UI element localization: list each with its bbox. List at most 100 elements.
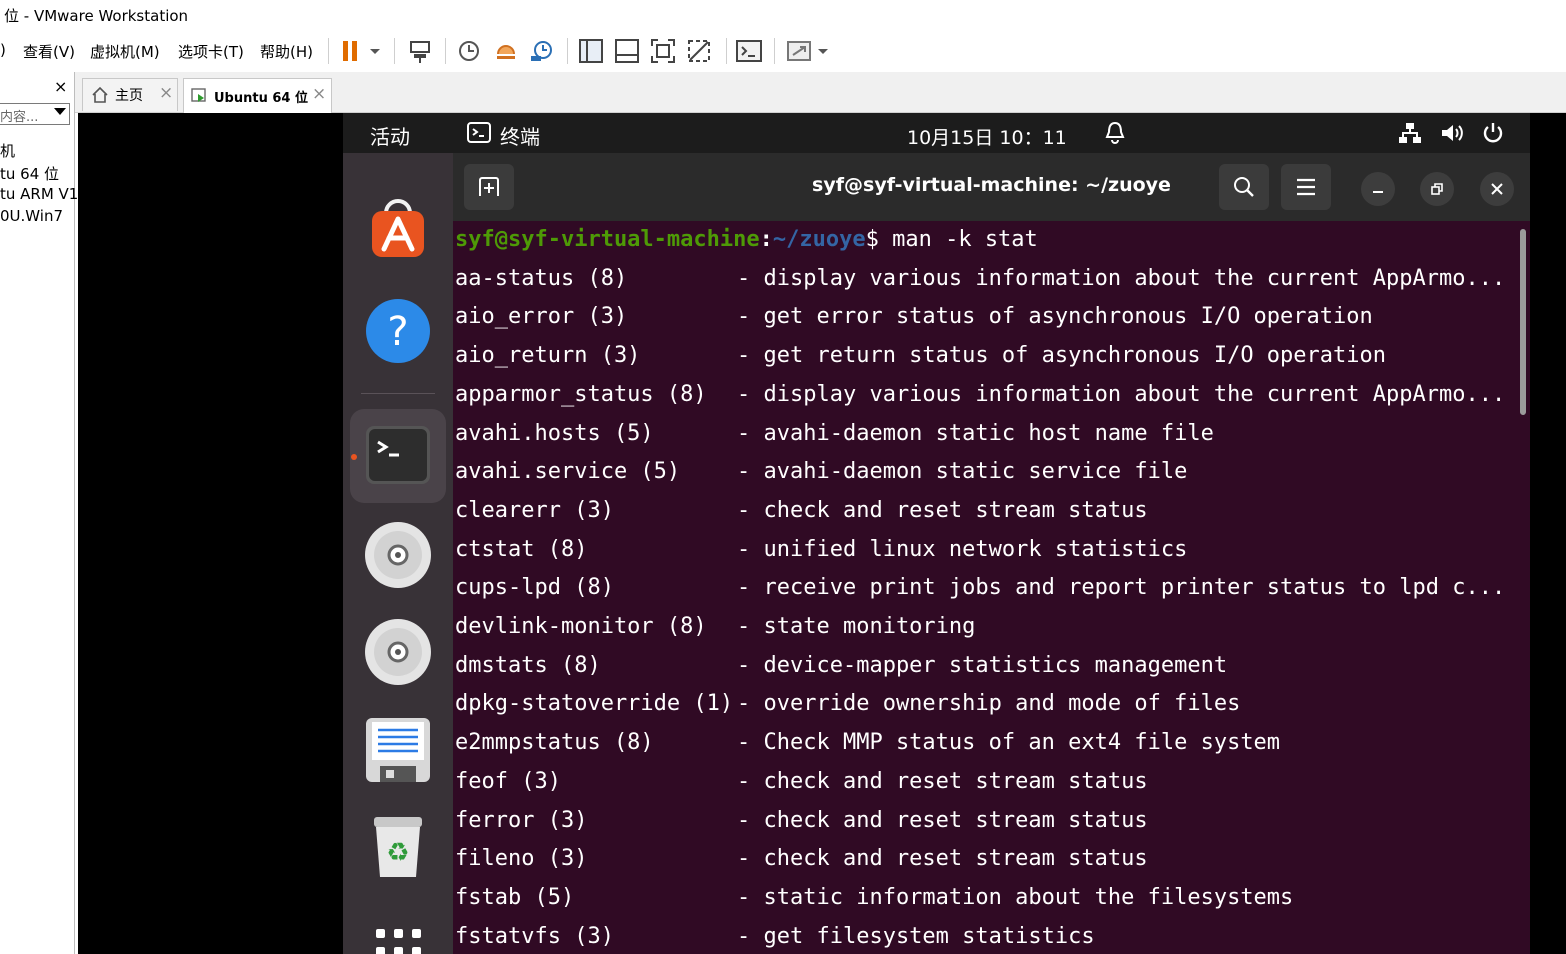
search-icon <box>1234 177 1254 197</box>
menu-item-help[interactable]: 帮助(H) <box>260 41 313 62</box>
power-icon[interactable] <box>1482 121 1504 145</box>
output-line: aa-status (8) - display various informati… <box>455 260 1505 298</box>
alarm-icon[interactable] <box>1104 120 1126 146</box>
terminal-output[interactable]: syf@syf-virtual-machine:~/zuoye$ man -k … <box>453 221 1516 954</box>
output-line: fstatvfs (3) - get filesystem statistics <box>455 918 1095 954</box>
chevron-down-icon[interactable] <box>812 36 834 66</box>
menu-button[interactable] <box>1281 164 1331 210</box>
output-command: ctstat (8) <box>455 536 588 562</box>
close-icon[interactable]: × <box>159 83 173 103</box>
app-menu[interactable]: 终端 <box>500 121 540 150</box>
terminal-icon[interactable] <box>364 422 432 490</box>
menu-item-partial[interactable]: ) <box>0 41 6 59</box>
clock[interactable]: 10月15日 10：11 <box>907 123 1067 150</box>
library-search-input[interactable]: 内容... <box>0 103 70 125</box>
window-title: 位 - VMware Workstation <box>4 7 189 25</box>
output-command: avahi.hosts (5) <box>455 420 654 446</box>
tab-label: Ubuntu 64 位 <box>214 91 308 106</box>
output-description: - state monitoring <box>737 614 976 639</box>
scrollbar[interactable] <box>1516 221 1530 954</box>
library-item[interactable]: tu 64 位 <box>0 163 59 184</box>
disc-icon[interactable] <box>364 618 432 686</box>
search-button[interactable] <box>1219 164 1269 210</box>
restore-icon <box>1431 183 1443 195</box>
output-description: - static information about the filesyste… <box>737 884 1294 910</box>
dock-separator <box>361 393 435 394</box>
window-titlebar: 位 - VMware Workstation <box>0 0 1566 30</box>
library-item[interactable]: 0U.Win7 <box>0 207 63 225</box>
tab-home[interactable]: 主页 × <box>82 78 178 111</box>
show-library-icon[interactable] <box>576 36 606 66</box>
restore-button[interactable] <box>1420 172 1454 206</box>
toolbar-divider <box>394 38 395 64</box>
scrollbar-thumb[interactable] <box>1520 229 1526 415</box>
network-icon[interactable] <box>1398 121 1422 145</box>
console-view-icon[interactable] <box>734 36 764 66</box>
full-screen-icon[interactable] <box>648 36 678 66</box>
activities-button[interactable]: 活动 <box>370 121 410 150</box>
minimize-button[interactable] <box>1361 172 1395 206</box>
terminal-app-icon <box>467 122 491 143</box>
close-icon[interactable]: × <box>312 84 326 104</box>
output-description: - unified linux network statistics <box>737 536 1188 562</box>
library-item[interactable]: tu ARM V1 <box>0 185 78 203</box>
stretch-guest-icon[interactable] <box>784 36 814 66</box>
ubuntu-desktop: 活动 终端 10月15日 10：11 ? ♻ syf@syf-virtual-m… <box>343 113 1530 954</box>
volume-icon[interactable] <box>1440 122 1464 144</box>
output-command: dpkg-statoverride (1) <box>455 691 734 717</box>
prompt-line: syf@syf-virtual-machine:~/zuoye$ man -k … <box>455 221 1038 259</box>
home-icon <box>92 86 108 103</box>
output-command: e2mmpstatus (8) <box>455 730 654 756</box>
output-description: - receive print jobs and report printer … <box>737 575 1506 601</box>
trash-icon[interactable]: ♻ <box>364 813 432 881</box>
output-line: clearerr (3) - check and reset stream sta… <box>455 492 1148 530</box>
chevron-down-icon[interactable] <box>54 108 66 115</box>
svg-text:?: ? <box>387 309 408 355</box>
output-line: e2mmpstatus (8) - Check MMP status of an … <box>455 724 1280 762</box>
thumbnail-bar-icon[interactable] <box>612 36 642 66</box>
output-line: devlink-monitor (8) - state monitoring <box>455 608 975 646</box>
menu-item-view[interactable]: 查看(V) <box>23 41 75 62</box>
menu-item-tabs[interactable]: 选项卡(T) <box>178 41 244 62</box>
gnome-top-bar: 活动 终端 10月15日 10：11 <box>343 113 1530 153</box>
software-center-icon[interactable] <box>364 195 432 263</box>
revert-snapshot-icon[interactable] <box>491 36 521 66</box>
disc-icon[interactable] <box>364 521 432 589</box>
hamburger-menu-icon <box>1297 178 1315 196</box>
menu-item-vm[interactable]: 虚拟机(M) <box>90 41 160 62</box>
help-icon[interactable]: ? <box>364 297 432 365</box>
library-item[interactable]: 机 <box>0 140 15 161</box>
toolbar-divider <box>567 38 568 64</box>
unity-mode-icon[interactable] <box>684 36 714 66</box>
app-grid-icon[interactable] <box>364 919 432 954</box>
send-ctrl-alt-del-icon[interactable] <box>405 36 435 66</box>
output-description: - device-mapper statistics management <box>737 652 1228 678</box>
dock: ? ♻ <box>343 153 453 954</box>
output-line: dmstats (8) - device-mapper statistics ma… <box>455 647 1227 685</box>
output-command: fstab (5) <box>455 884 575 910</box>
chevron-down-icon[interactable] <box>364 36 386 66</box>
output-command: aa-status (8) <box>455 265 628 291</box>
library-panel: × 内容... 机 tu 64 位 tu ARM V1 0U.Win7 <box>0 72 78 954</box>
tab-ubuntu[interactable]: Ubuntu 64 位 × <box>183 78 332 113</box>
output-line: aio_error (3) - get error status of async… <box>455 298 1373 336</box>
text-editor-icon[interactable] <box>364 716 432 784</box>
output-command: cups-lpd (8) <box>455 575 614 601</box>
close-button[interactable] <box>1480 172 1514 206</box>
output-line: avahi.service (5) - avahi-daemon static s… <box>455 453 1187 491</box>
terminal-window[interactable]: syf@syf-virtual-machine: ~/zuoye syf@syf… <box>453 153 1530 954</box>
prompt-path: ~/zuoye <box>772 227 866 252</box>
snapshot-manager-icon[interactable] <box>527 36 557 66</box>
output-description: - avahi-daemon static service file <box>737 459 1188 485</box>
output-command: dmstats (8) <box>455 652 601 678</box>
output-line: fileno (3) - check and reset stream statu… <box>455 840 1148 878</box>
close-icon[interactable]: × <box>54 77 67 96</box>
output-description: - get filesystem statistics <box>737 923 1095 949</box>
prompt-command: $ man -k stat <box>865 227 1038 252</box>
output-command: devlink-monitor (8) <box>455 614 707 639</box>
output-command: fstatvfs (3) <box>455 923 614 949</box>
svg-text:♻: ♻ <box>386 838 409 868</box>
snapshot-icon[interactable] <box>454 36 484 66</box>
pause-icon[interactable] <box>336 36 366 66</box>
output-command: aio_error (3) <box>455 304 628 330</box>
